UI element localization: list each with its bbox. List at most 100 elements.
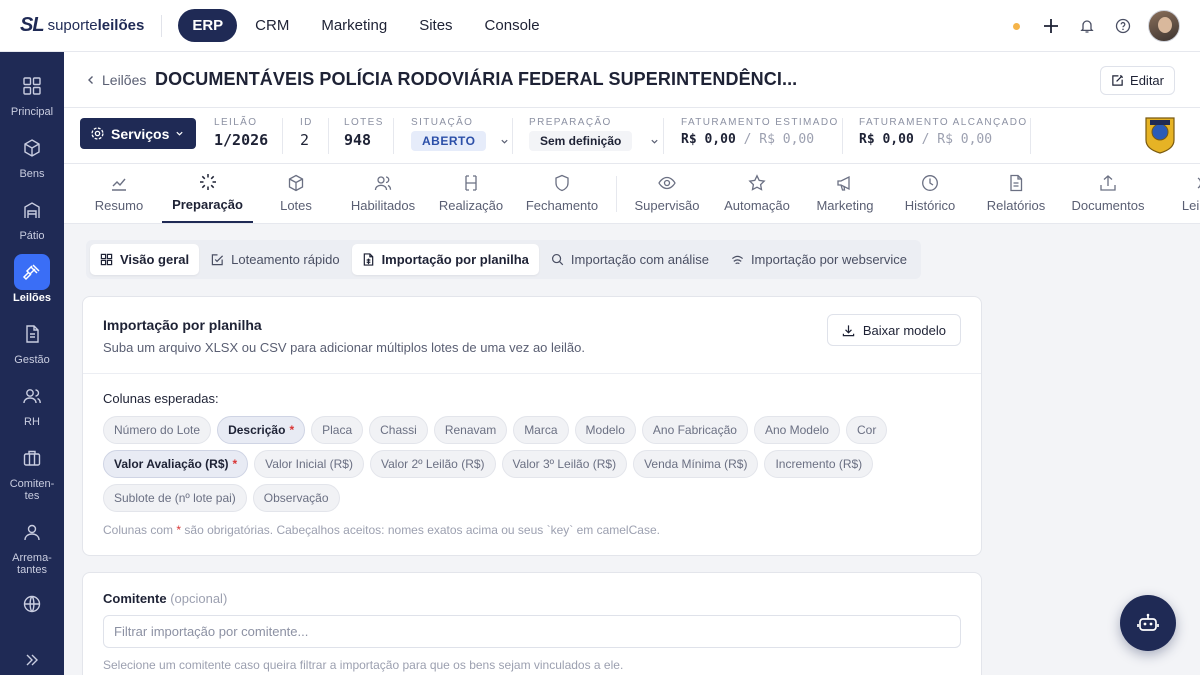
- situacao-select[interactable]: ABERTO: [411, 131, 509, 151]
- topnav-crm[interactable]: CRM: [241, 9, 303, 42]
- subtab-loteamento-rapido[interactable]: Loteamento rápido: [201, 244, 349, 275]
- user-icon: [14, 514, 50, 550]
- tab-supervisao[interactable]: Supervisão: [632, 164, 702, 223]
- comitente-card: Comitente (opcional) Selecione um comite…: [82, 572, 982, 675]
- divider: [161, 14, 163, 37]
- divider: [616, 176, 617, 212]
- tab-documentos[interactable]: Documentos: [1069, 164, 1147, 223]
- field-leilao: LEILÃO 1/2026: [214, 117, 268, 149]
- divider: [328, 118, 329, 154]
- sidebar-expand[interactable]: [0, 642, 64, 675]
- column-chip: Sublote de (nº lote pai): [103, 484, 247, 512]
- checkbox-edit-icon: [211, 254, 224, 266]
- column-chip: Número do Lote: [103, 416, 212, 444]
- field-faturamento-estimado: FATURAMENTO ESTIMADO R$ 0,00 / R$ 0,00: [681, 117, 839, 147]
- tab-preparacao[interactable]: Preparação: [162, 164, 253, 223]
- sidebar-item-rh[interactable]: RH: [0, 378, 64, 428]
- tab-label: Resumo: [94, 198, 144, 213]
- assistant-button[interactable]: [1120, 595, 1176, 651]
- field-id: ID 2: [300, 117, 313, 149]
- id-value: 2: [300, 131, 310, 149]
- divider: [1030, 118, 1031, 154]
- sidebar-item-label: RH: [24, 416, 40, 428]
- field-faturamento-alcancado: FATURAMENTO ALCANÇADO R$ 0,00 / R$ 0,00: [859, 117, 1028, 147]
- topnav-erp[interactable]: ERP: [178, 9, 238, 42]
- sidebar: Principal Bens Pátio Leilões Gestão RH C…: [0, 52, 64, 675]
- sidebar-item-label: Pátio: [19, 230, 45, 242]
- tab-realizacao[interactable]: Realização: [435, 164, 507, 223]
- avatar[interactable]: [1148, 10, 1180, 42]
- auction-info-bar: Serviços LEILÃO 1/2026 ID 2 LOTES 948 SI…: [64, 108, 1200, 164]
- warehouse-icon: [14, 192, 50, 228]
- subtab-visao-geral[interactable]: Visão geral: [90, 244, 200, 275]
- preparacao-select[interactable]: Sem definição: [529, 131, 659, 151]
- download-template-button[interactable]: Baixar modelo: [826, 314, 961, 346]
- tab-label: Documentos: [1071, 198, 1145, 213]
- leilao-value: 1/2026: [214, 131, 269, 149]
- sidebar-item-arrematantes[interactable]: Arrema-tantes: [0, 514, 64, 576]
- tab-leil-partial[interactable]: Leil: [1172, 164, 1200, 223]
- tab-habilitados[interactable]: Habilitados: [346, 164, 420, 223]
- download-icon: [842, 324, 855, 336]
- tab-automacao[interactable]: Automação: [721, 164, 793, 223]
- tab-fechamento[interactable]: Fechamento: [522, 164, 602, 223]
- comitente-filter-input[interactable]: [103, 615, 961, 648]
- chevron-down-icon: [176, 131, 183, 136]
- required-columns-note: Colunas com * são obrigatórias. Cabeçalh…: [103, 523, 660, 537]
- clock-icon: [922, 175, 938, 191]
- chevron-left-icon: [88, 76, 93, 84]
- column-chip: Chassi: [369, 416, 428, 444]
- spinner-icon: [199, 174, 216, 190]
- plus-icon[interactable]: [1040, 15, 1062, 37]
- edit-label: Editar: [1130, 73, 1164, 88]
- users-icon: [14, 378, 50, 414]
- tab-label: Habilitados: [350, 198, 416, 213]
- bell-icon[interactable]: [1076, 15, 1098, 37]
- lotes-value: 948: [344, 131, 372, 149]
- column-chip: Valor Inicial (R$): [254, 450, 364, 478]
- help-icon[interactable]: [1112, 15, 1134, 37]
- topnav-console[interactable]: Console: [471, 9, 554, 42]
- column-chip-required: Descrição *: [217, 416, 306, 444]
- divider: [842, 118, 843, 154]
- expected-columns: Número do Lote Descrição * Placa Chassi R…: [103, 416, 963, 512]
- column-chip: Marca: [513, 416, 569, 444]
- chevron-down-icon: [651, 139, 658, 144]
- tab-label: Fechamento: [525, 198, 599, 213]
- back-label: Leilões: [102, 72, 147, 88]
- eye-icon: [658, 176, 676, 190]
- services-button[interactable]: Serviços: [80, 118, 196, 149]
- top-nav: ERP CRM Marketing Sites Console: [178, 9, 553, 42]
- sidebar-item-patio[interactable]: Pátio: [0, 192, 64, 242]
- column-chip: Modelo: [574, 416, 636, 444]
- layout-icon: [100, 253, 113, 266]
- topnav-marketing[interactable]: Marketing: [307, 9, 401, 42]
- column-chip: Observação: [252, 484, 340, 512]
- webservice-icon: [731, 255, 743, 265]
- sidebar-item-gestao[interactable]: Gestão: [0, 316, 64, 366]
- topnav-sites[interactable]: Sites: [405, 9, 466, 42]
- sidebar-item-leiloes[interactable]: Leilões: [0, 254, 64, 304]
- back-link[interactable]: Leilões: [86, 72, 146, 88]
- subtab-importacao-analise[interactable]: Importação com análise: [541, 244, 719, 275]
- tab-lotes[interactable]: Lotes: [269, 164, 323, 223]
- tab-historico[interactable]: Histórico: [900, 164, 960, 223]
- column-chip: Ano Modelo: [753, 416, 840, 444]
- brand-logo[interactable]: SL suporteleilões: [20, 0, 144, 52]
- sidebar-item-comitentes[interactable]: Comiten-tes: [0, 440, 64, 502]
- brand-name: suporteleilões: [47, 17, 145, 34]
- column-chip: Valor 2º Leilão (R$): [369, 450, 496, 478]
- sidebar-item-sites[interactable]: [0, 586, 64, 622]
- edit-button[interactable]: Editar: [1100, 66, 1175, 95]
- tab-marketing[interactable]: Marketing: [812, 164, 878, 223]
- tab-relatorios[interactable]: Relatórios: [985, 164, 1047, 223]
- sidebar-item-principal[interactable]: Principal: [0, 68, 64, 118]
- tab-resumo[interactable]: Resumo: [86, 164, 152, 223]
- sidebar-item-bens[interactable]: Bens: [0, 130, 64, 180]
- subtab-importacao-webservice[interactable]: Importação por webservice: [721, 244, 917, 275]
- upload-icon: [1100, 175, 1116, 191]
- page-header: Leilões DOCUMENTÁVEIS POLÍCIA RODOVIÁRIA…: [64, 52, 1200, 108]
- status-badge: ABERTO: [411, 131, 487, 151]
- divider: [83, 373, 981, 374]
- subtab-importacao-planilha[interactable]: Importação por planilha: [351, 244, 539, 275]
